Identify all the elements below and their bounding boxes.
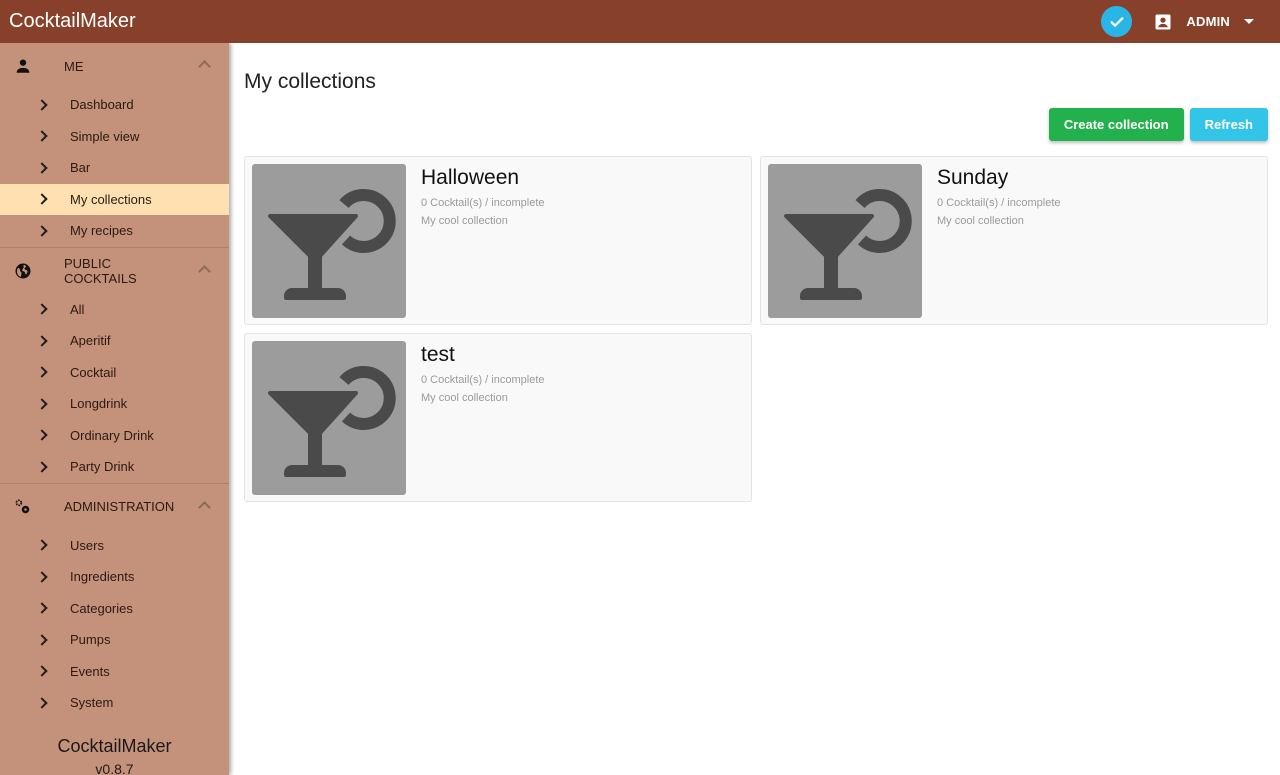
- collection-description: My cool collection: [937, 215, 1024, 227]
- nav-label: Events: [70, 663, 110, 679]
- sidebar-footer: CocktailMaker v0.8.7: [0, 736, 229, 775]
- caret-down-icon: [1244, 19, 1254, 24]
- sidebar-item-cocktail[interactable]: Cocktail: [0, 357, 229, 389]
- refresh-button[interactable]: Refresh: [1189, 108, 1268, 141]
- nav-label: My collections: [70, 191, 152, 207]
- nav-label: System: [70, 695, 114, 711]
- section-me[interactable]: ME: [0, 43, 229, 89]
- nav-label: Ordinary Drink: [70, 427, 154, 443]
- globe-icon: [13, 261, 33, 281]
- chevron-right-icon: [36, 665, 48, 677]
- sidebar-item-dashboard[interactable]: Dashboard: [0, 89, 229, 121]
- footer-app-name: CocktailMaker: [57, 736, 172, 756]
- section-label: PUBLIC COCKTAILS: [64, 255, 137, 286]
- collection-meta: 0 Cocktail(s) / incomplete: [421, 374, 545, 386]
- chevron-right-icon: [36, 225, 48, 237]
- chevron-right-icon: [36, 193, 48, 205]
- sidebar-item-bar[interactable]: Bar: [0, 152, 229, 184]
- chevron-right-icon: [36, 697, 48, 709]
- section-administration[interactable]: ADMINISTRATION: [0, 484, 229, 530]
- nav-label: Aperitif: [70, 333, 111, 349]
- nav-label: Party Drink: [70, 459, 135, 475]
- collection-name: Sunday: [937, 166, 1009, 189]
- nav-label: Simple view: [70, 128, 140, 144]
- collection-meta: 0 Cocktail(s) / incomplete: [421, 197, 545, 209]
- chevron-right-icon: [36, 162, 48, 174]
- cocktail-glass-icon: [252, 341, 406, 495]
- top-app-bar: CocktailMaker ADMIN: [0, 0, 1280, 43]
- nav-label: Ingredients: [70, 569, 135, 585]
- sidebar-item-my-collections[interactable]: My collections: [0, 183, 229, 215]
- collection-description: My cool collection: [421, 215, 508, 227]
- sidebar-item-all[interactable]: All: [0, 294, 229, 326]
- chevron-right-icon: [36, 303, 48, 315]
- chevron-right-icon: [36, 461, 48, 473]
- cocktail-glass-icon: [252, 164, 406, 318]
- collection-name: Halloween: [421, 166, 520, 189]
- main-content: My collections Create collection Refresh…: [244, 43, 1268, 502]
- chevron-right-icon: [36, 571, 48, 583]
- chevron-right-icon: [36, 398, 48, 410]
- collection-card[interactable]: Halloween 0 Cocktail(s) / incomplete My …: [244, 156, 752, 325]
- nav-label: Dashboard: [70, 97, 134, 113]
- account-box-icon: [1154, 13, 1172, 31]
- sidebar: ME Dashboard Simple view Bar My collecti…: [0, 43, 229, 775]
- check-circle-icon[interactable]: [1101, 6, 1133, 37]
- chevron-right-icon: [36, 99, 48, 111]
- sidebar-item-users[interactable]: Users: [0, 530, 229, 562]
- sidebar-item-aperitif[interactable]: Aperitif: [0, 325, 229, 357]
- sidebar-item-ingredients[interactable]: Ingredients: [0, 561, 229, 593]
- sidebar-item-party-drink[interactable]: Party Drink: [0, 451, 229, 483]
- nav-label: Longdrink: [70, 396, 128, 412]
- user-menu[interactable]: ADMIN: [1154, 13, 1254, 31]
- person-icon: [13, 56, 33, 76]
- sidebar-item-system[interactable]: System: [0, 687, 229, 719]
- nav-label: All: [70, 301, 85, 317]
- chevron-right-icon: [36, 634, 48, 646]
- collection-description: My cool collection: [421, 392, 508, 404]
- sidebar-item-my-recipes[interactable]: My recipes: [0, 215, 229, 247]
- section-public-cocktails[interactable]: PUBLIC COCKTAILS: [0, 248, 229, 294]
- section-label: ADMINISTRATION: [64, 499, 175, 514]
- nav-label: Categories: [70, 600, 133, 616]
- sidebar-item-ordinary-drink[interactable]: Ordinary Drink: [0, 420, 229, 452]
- nav-label: Cocktail: [70, 364, 117, 380]
- sidebar-item-events[interactable]: Events: [0, 656, 229, 688]
- nav-label: Users: [70, 537, 104, 553]
- sidebar-item-categories[interactable]: Categories: [0, 593, 229, 625]
- chevron-right-icon: [36, 539, 48, 551]
- nav-label: My recipes: [70, 223, 133, 239]
- nav-label: Pumps: [70, 632, 111, 648]
- user-name: ADMIN: [1186, 14, 1230, 29]
- chevron-up-icon[interactable]: [198, 60, 211, 73]
- collections-grid: Halloween 0 Cocktail(s) / incomplete My …: [244, 156, 1268, 502]
- collection-card[interactable]: test 0 Cocktail(s) / incomplete My cool …: [244, 333, 752, 502]
- create-collection-button[interactable]: Create collection: [1048, 108, 1184, 141]
- collection-card[interactable]: Sunday 0 Cocktail(s) / incomplete My coo…: [760, 156, 1268, 325]
- chevron-right-icon: [36, 366, 48, 378]
- nav-label: Bar: [70, 160, 91, 176]
- collection-name: test: [421, 343, 455, 366]
- chevron-right-icon: [36, 335, 48, 347]
- toolbar: Create collection Refresh: [244, 108, 1268, 141]
- footer-version: v0.8.7: [95, 761, 134, 775]
- sidebar-item-simple-view[interactable]: Simple view: [0, 121, 229, 153]
- sidebar-item-longdrink[interactable]: Longdrink: [0, 388, 229, 420]
- chevron-right-icon: [36, 130, 48, 142]
- chevron-right-icon: [36, 602, 48, 614]
- page-title: My collections: [244, 70, 376, 93]
- chevron-up-icon[interactable]: [198, 500, 211, 514]
- sidebar-item-pumps[interactable]: Pumps: [0, 624, 229, 656]
- gears-icon: [13, 497, 33, 517]
- collection-meta: 0 Cocktail(s) / incomplete: [937, 197, 1061, 209]
- cocktail-glass-icon: [768, 164, 922, 318]
- chevron-right-icon: [36, 429, 48, 441]
- chevron-up-icon[interactable]: [198, 264, 211, 278]
- app-title[interactable]: CocktailMaker: [9, 10, 136, 33]
- section-label: ME: [64, 58, 84, 74]
